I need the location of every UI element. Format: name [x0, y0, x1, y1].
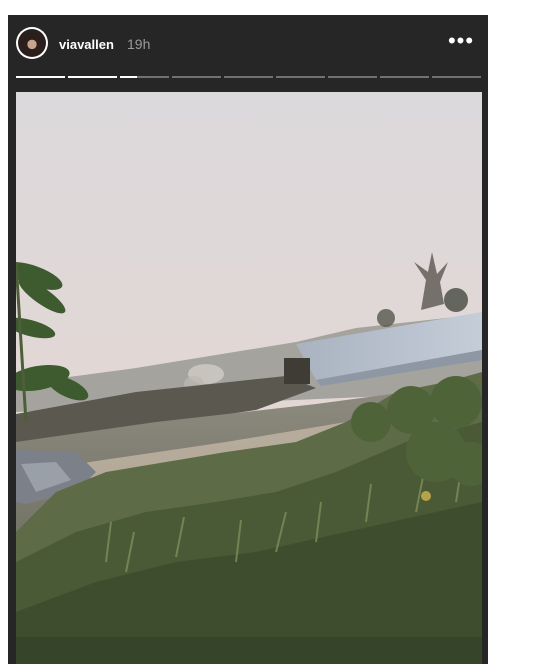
story-media[interactable] — [16, 92, 482, 664]
story-progress-segment — [432, 76, 481, 78]
story-header: viavallen 19h ••• — [8, 15, 488, 77]
avatar[interactable] — [16, 27, 48, 59]
story-progress-segment — [276, 76, 325, 78]
story-progress-segment — [16, 76, 65, 78]
avatar-image — [18, 29, 46, 57]
story-progress-segment — [380, 76, 429, 78]
story-progress-fill — [120, 76, 138, 78]
more-options-icon[interactable]: ••• — [444, 30, 478, 55]
story-viewer: viavallen 19h ••• — [8, 15, 488, 664]
story-progress-segment — [224, 76, 273, 78]
story-progress-fill — [16, 76, 65, 78]
story-photo — [16, 92, 482, 664]
story-progress-segment — [172, 76, 221, 78]
post-time: 19h — [127, 36, 151, 52]
story-progress-segment — [328, 76, 377, 78]
story-progress — [16, 76, 481, 78]
story-progress-segment — [120, 76, 169, 78]
story-progress-fill — [68, 76, 117, 78]
story-progress-segment — [68, 76, 117, 78]
username[interactable]: viavallen — [59, 37, 114, 52]
